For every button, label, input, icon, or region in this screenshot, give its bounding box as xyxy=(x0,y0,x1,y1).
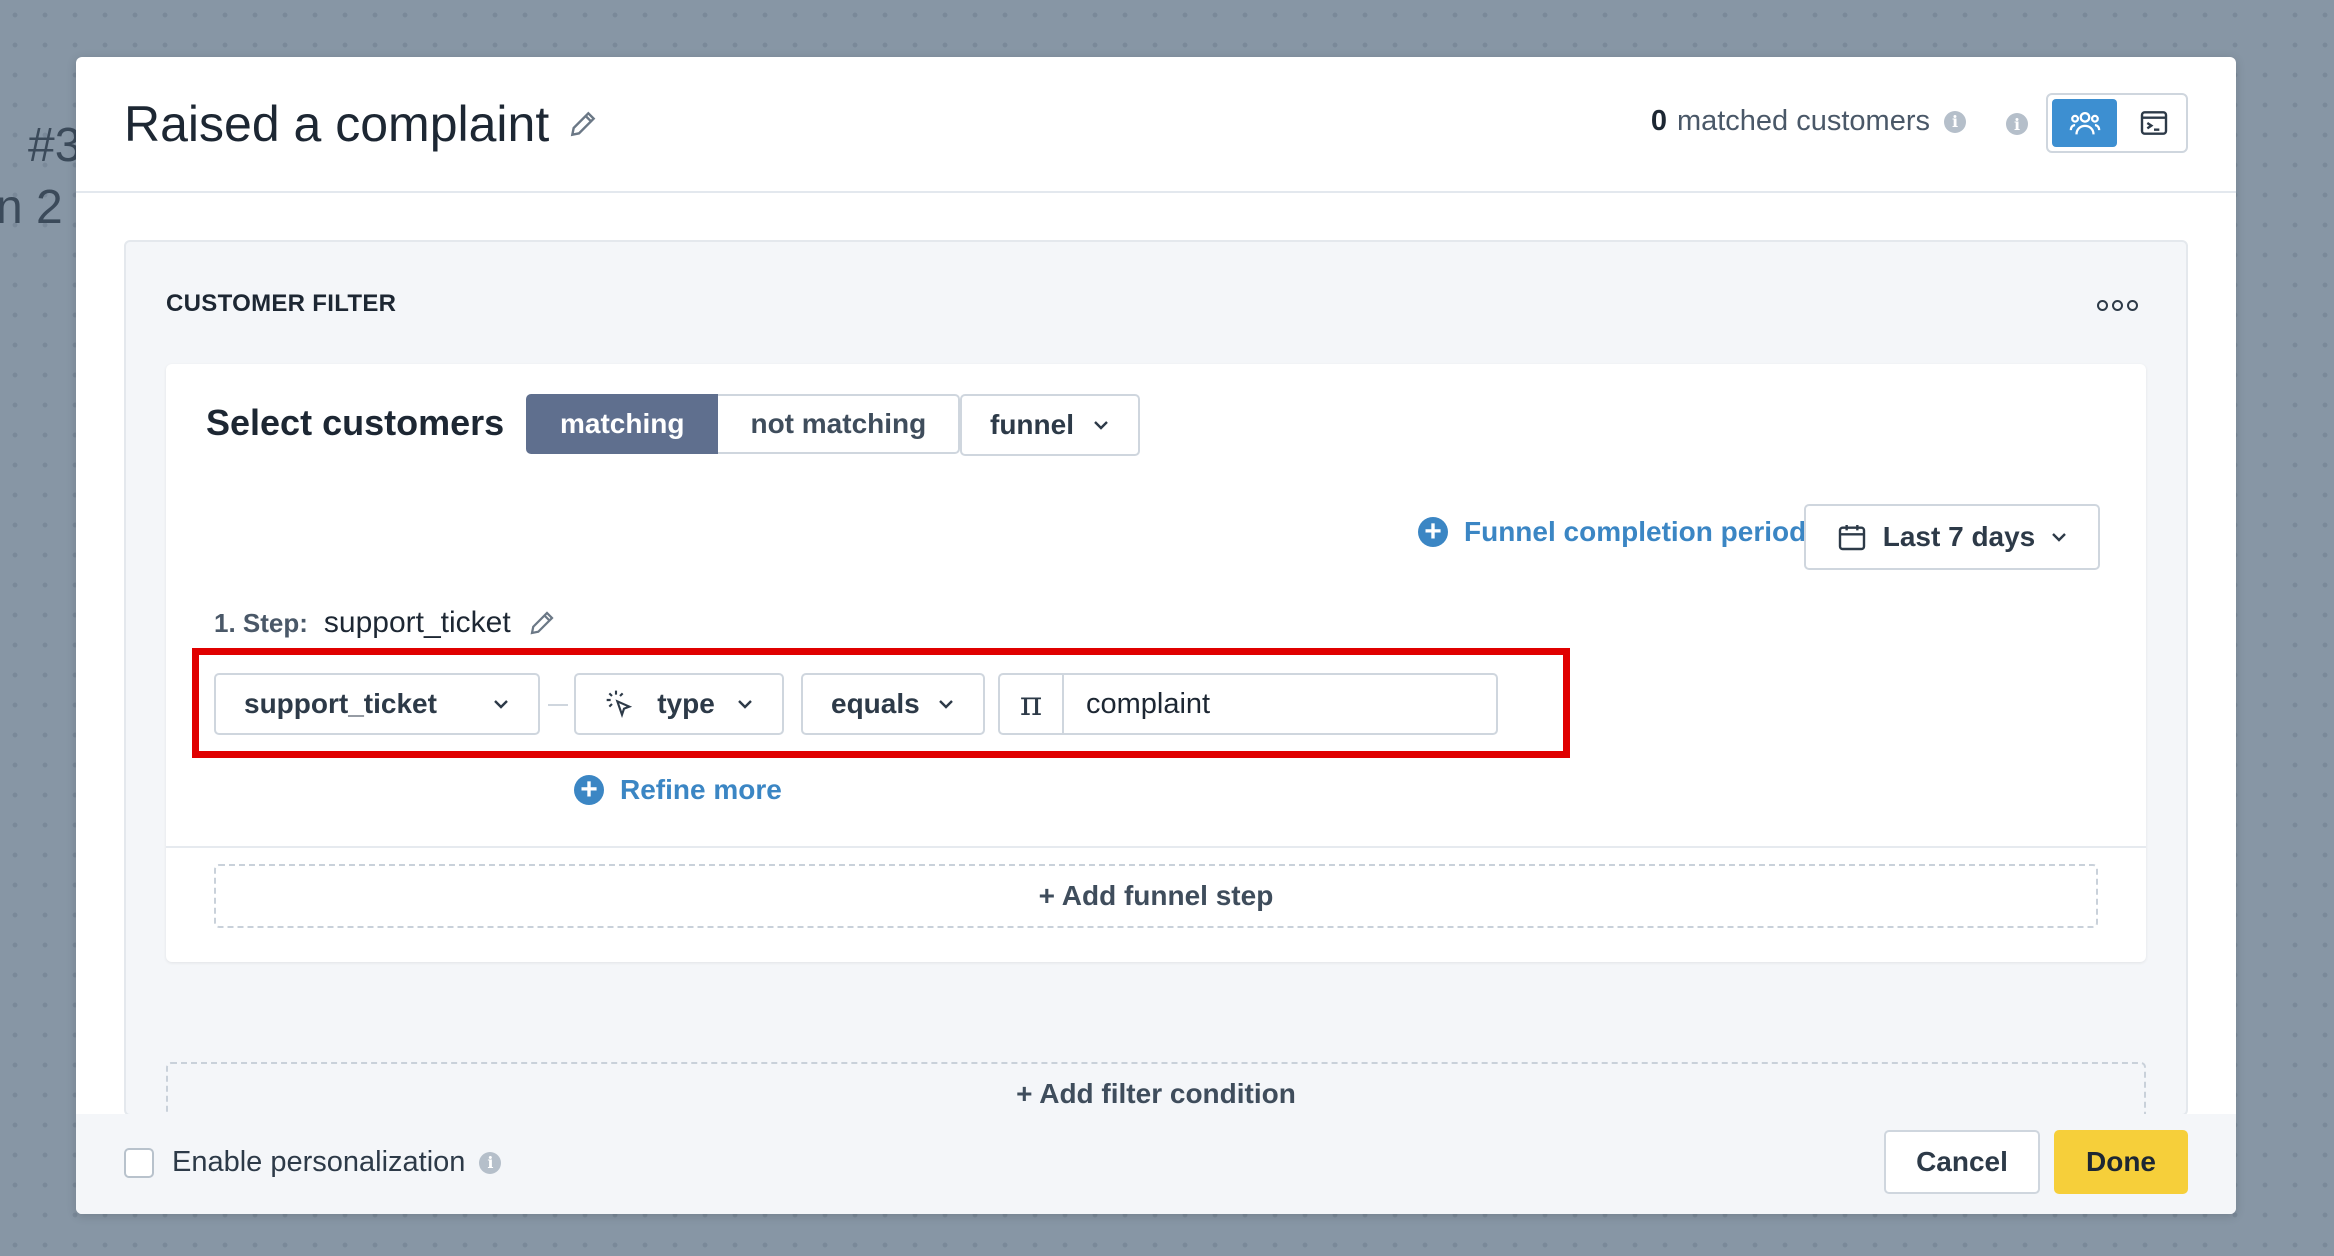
divider xyxy=(166,846,2146,848)
page-title: Raised a complaint xyxy=(124,96,550,152)
value-text: complaint xyxy=(1086,687,1211,720)
funnel-completion-label: Funnel completion period xyxy=(1464,516,1807,547)
segment-modal: Raised a complaint 0 matched customers i… xyxy=(76,57,2236,1214)
refine-more-button[interactable]: + Refine more xyxy=(574,774,782,806)
funnel-completion-link[interactable]: + Funnel completion period xyxy=(1418,516,1806,548)
matched-label: matched customers xyxy=(1676,105,1930,137)
info-icon[interactable]: i xyxy=(1944,110,1966,133)
mode-dropdown-label: funnel xyxy=(990,409,1074,440)
select-customers-label: Select customers xyxy=(206,402,505,443)
chevron-down-icon xyxy=(1094,421,1108,430)
not-matching-button[interactable]: not matching xyxy=(718,394,961,454)
plus-circle-icon: + xyxy=(574,775,604,805)
cancel-button[interactable]: Cancel xyxy=(1884,1130,2040,1194)
period-dropdown-label: Last 7 days xyxy=(1882,521,2036,552)
personalization-checkbox[interactable] xyxy=(124,1147,154,1178)
attribute-dropdown-label: type xyxy=(657,688,715,719)
customers-view-button[interactable] xyxy=(2052,99,2117,147)
operator-dropdown[interactable]: equals xyxy=(801,673,985,735)
chevron-down-icon xyxy=(494,700,508,709)
terminal-view-button[interactable] xyxy=(2121,95,2186,151)
matched-count: 0 xyxy=(1650,105,1667,137)
match-segmented-control: matching not matching xyxy=(526,394,961,454)
step-header: 1. Step: support_ticket xyxy=(214,606,557,640)
connector-line xyxy=(548,704,568,706)
attribute-dropdown[interactable]: type xyxy=(574,673,784,735)
customer-filter-panel: CUSTOMER FILTER Select customers matchin… xyxy=(124,240,2188,1126)
modal-header: Raised a complaint 0 matched customers i… xyxy=(76,57,2236,193)
info-icon[interactable]: i xyxy=(2006,113,2028,135)
text-type-icon[interactable]: π xyxy=(1000,675,1064,733)
done-button[interactable]: Done xyxy=(2054,1130,2188,1194)
add-funnel-step-button[interactable]: + Add funnel step xyxy=(214,864,2098,928)
personalization-label: Enable personalization xyxy=(172,1146,466,1178)
panel-title: CUSTOMER FILTER xyxy=(166,290,397,317)
edit-icon[interactable] xyxy=(527,608,557,638)
value-input[interactable]: π complaint xyxy=(998,673,1498,735)
chevron-down-icon xyxy=(738,700,752,709)
step-name: support_ticket xyxy=(323,606,511,639)
more-icon[interactable] xyxy=(2097,300,2138,311)
chevron-down-icon xyxy=(939,700,953,709)
period-dropdown[interactable]: Last 7 days xyxy=(1804,504,2100,570)
event-dropdown-label: support_ticket xyxy=(244,688,437,719)
pointer-click-icon xyxy=(606,690,633,718)
info-icon[interactable]: i xyxy=(479,1151,502,1174)
matched-customers: 0 matched customers i xyxy=(1651,105,1966,138)
background-text-1: #3 xyxy=(28,119,82,172)
refine-more-label: Refine more xyxy=(620,774,782,805)
modal-footer: Enable personalization i Cancel Done xyxy=(76,1114,2236,1214)
calendar-icon xyxy=(1838,525,1866,551)
plus-circle-icon: + xyxy=(1418,517,1448,547)
background-text-2: n 2 xyxy=(0,181,63,234)
chevron-down-icon xyxy=(2052,533,2066,542)
funnel-card: Select customers matching not matching f… xyxy=(166,364,2146,962)
title-wrap: Raised a complaint xyxy=(124,95,599,153)
step-number: 1. Step: xyxy=(214,607,308,638)
view-toggle xyxy=(2046,93,2188,153)
enable-personalization: Enable personalization i xyxy=(124,1146,502,1179)
operator-dropdown-label: equals xyxy=(831,688,920,719)
matching-button[interactable]: matching xyxy=(526,394,719,454)
mode-dropdown[interactable]: funnel xyxy=(960,394,1140,456)
event-dropdown[interactable]: support_ticket xyxy=(214,673,540,735)
edit-icon[interactable] xyxy=(567,108,599,140)
terminal-view-icon xyxy=(2140,111,2167,135)
customers-view-icon xyxy=(2069,111,2100,135)
